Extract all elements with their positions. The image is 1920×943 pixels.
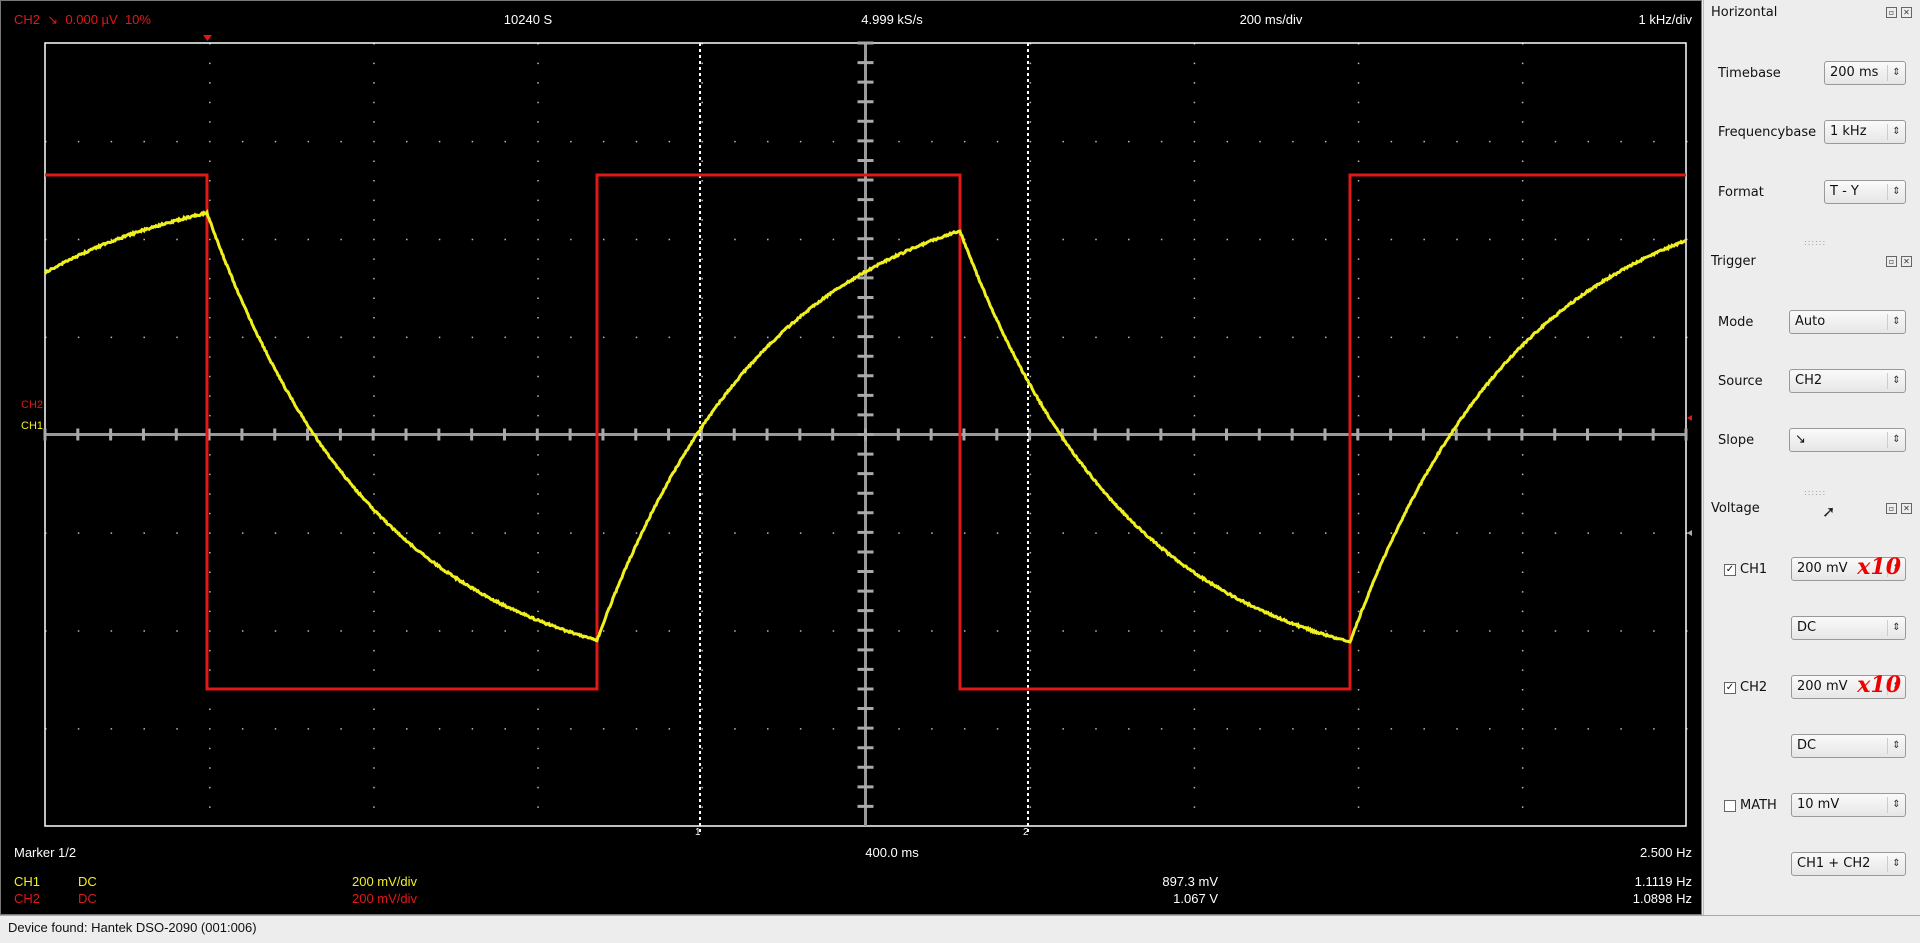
close-icon[interactable]: ✕ [1901,7,1912,18]
spin-icon: ⇕ [1887,124,1905,140]
timebase-select[interactable]: 200 ms ⇕ [1824,61,1906,85]
close-icon[interactable]: ✕ [1901,503,1912,514]
ch1-enable-checkbox[interactable]: ✓ [1724,564,1736,576]
format-select[interactable]: T - Y ⇕ [1824,180,1906,204]
spin-icon: ⇕ [1887,620,1905,636]
horizontal-title: Horizontal [1711,5,1777,20]
marker-2-label[interactable]: 2 [1023,827,1029,838]
ch2-frequency: 1.0898 Hz [1633,891,1692,906]
math-label: MATH [1740,798,1777,813]
math-enable-checkbox[interactable] [1724,800,1736,812]
spin-icon: ⇕ [1887,738,1905,754]
trigger-level-marker [1687,415,1692,421]
ch1-amplitude: 897.3 mV [1162,874,1218,889]
trigger-source-select[interactable]: CH2 ⇕ [1789,369,1906,393]
ch1-probe-annotation: x10 [1857,554,1901,580]
status-bar: Device found: Hantek DSO-2090 (001:006) [0,915,1920,943]
math-gain-select[interactable]: 10 mV ⇕ [1791,793,1906,817]
trigger-position-marker [203,35,212,41]
spin-icon: ⇕ [1887,373,1905,389]
trigger-mode-select[interactable]: Auto ⇕ [1789,310,1906,334]
ch2-enable-checkbox[interactable]: ✓ [1724,682,1736,694]
ch2-scale: 200 mV/div [352,891,417,906]
settings-panel: Horizontal ▫ ✕ Timebase 200 ms ⇕ Frequency… [1703,0,1920,915]
source-label: Source [1718,374,1763,389]
timebase-label: Timebase [1718,66,1781,81]
ch2-name: CH2 [14,891,40,906]
trigger-info: CH2 ↘ 0.000 µV 10% [14,12,151,28]
mode-label: Mode [1718,315,1753,330]
trigger-title: Trigger [1711,254,1756,269]
float-icon[interactable]: ▫ [1886,7,1897,18]
spin-icon: ⇕ [1887,314,1905,330]
dock-splitter[interactable]: :::::: [1804,238,1826,247]
marker-1-label[interactable]: 1 [695,827,701,838]
spin-icon: ⇕ [1887,432,1905,448]
ch2-amplitude: 1.067 V [1173,891,1218,906]
spin-icon: ⇕ [1887,184,1905,200]
trigger-level: 0.000 µV [65,12,117,27]
spin-icon: ⇕ [1887,65,1905,81]
marker-time-delta: 400.0 ms [865,845,918,860]
trigger-slope: ↘ [47,12,58,27]
math-mode-select[interactable]: CH1 + CH2 ⇕ [1791,852,1906,876]
frequencybase-select[interactable]: 1 kHz ⇕ [1824,120,1906,144]
ch1-scale: 200 mV/div [352,874,417,889]
trigger-slope-select[interactable]: ↘ ⇕ [1789,428,1906,452]
ch1-offset-label[interactable]: CH1 [21,420,43,432]
float-icon[interactable]: ▫ [1886,256,1897,267]
ch2-label: CH2 [1740,680,1767,695]
pretrigger: 10% [125,12,151,27]
sample-rate: 4.999 kS/s [861,12,922,27]
ch1-coupling-select[interactable]: DC ⇕ [1791,616,1906,640]
trigger-channel: CH2 [14,12,40,27]
ch2-coupling: DC [78,891,97,906]
marker-frequency: 2.500 Hz [1640,845,1692,860]
voltage-title: Voltage [1711,501,1760,516]
float-icon[interactable]: ▫ [1886,503,1897,514]
spin-icon: ⇕ [1887,797,1905,813]
mouse-cursor-icon: ➚ [1822,502,1835,521]
ch2-offset-label[interactable]: CH2 [21,399,43,411]
waveform-canvas [1,1,1703,916]
dock-splitter[interactable]: :::::: [1804,488,1826,497]
ch2-probe-annotation: x10 [1857,672,1901,698]
freqbase-readout: 1 kHz/div [1639,12,1692,27]
scope-display: CH2 ↘ 0.000 µV 10% 10240 S 4.999 kS/s 20… [0,0,1702,915]
ch1-gain-select[interactable]: 200 mV ⇕ x10 [1791,557,1906,581]
sample-count: 10240 S [504,12,552,27]
ch2-gain-select[interactable]: 200 mV ⇕ x10 [1791,675,1906,699]
marker-label: Marker 1/2 [14,845,76,860]
spin-icon: ⇕ [1887,856,1905,872]
ch1-name: CH1 [14,874,40,889]
ch1-label: CH1 [1740,562,1767,577]
slope-label: Slope [1718,433,1754,448]
ch1-frequency: 1.1119 Hz [1635,874,1692,889]
frequencybase-label: Frequencybase [1718,125,1816,140]
ch1-coupling: DC [78,874,97,889]
ch2-coupling-select[interactable]: DC ⇕ [1791,734,1906,758]
close-icon[interactable]: ✕ [1901,256,1912,267]
ch1-level-marker [1687,530,1692,536]
format-label: Format [1718,185,1764,200]
timebase-readout: 200 ms/div [1240,12,1303,27]
